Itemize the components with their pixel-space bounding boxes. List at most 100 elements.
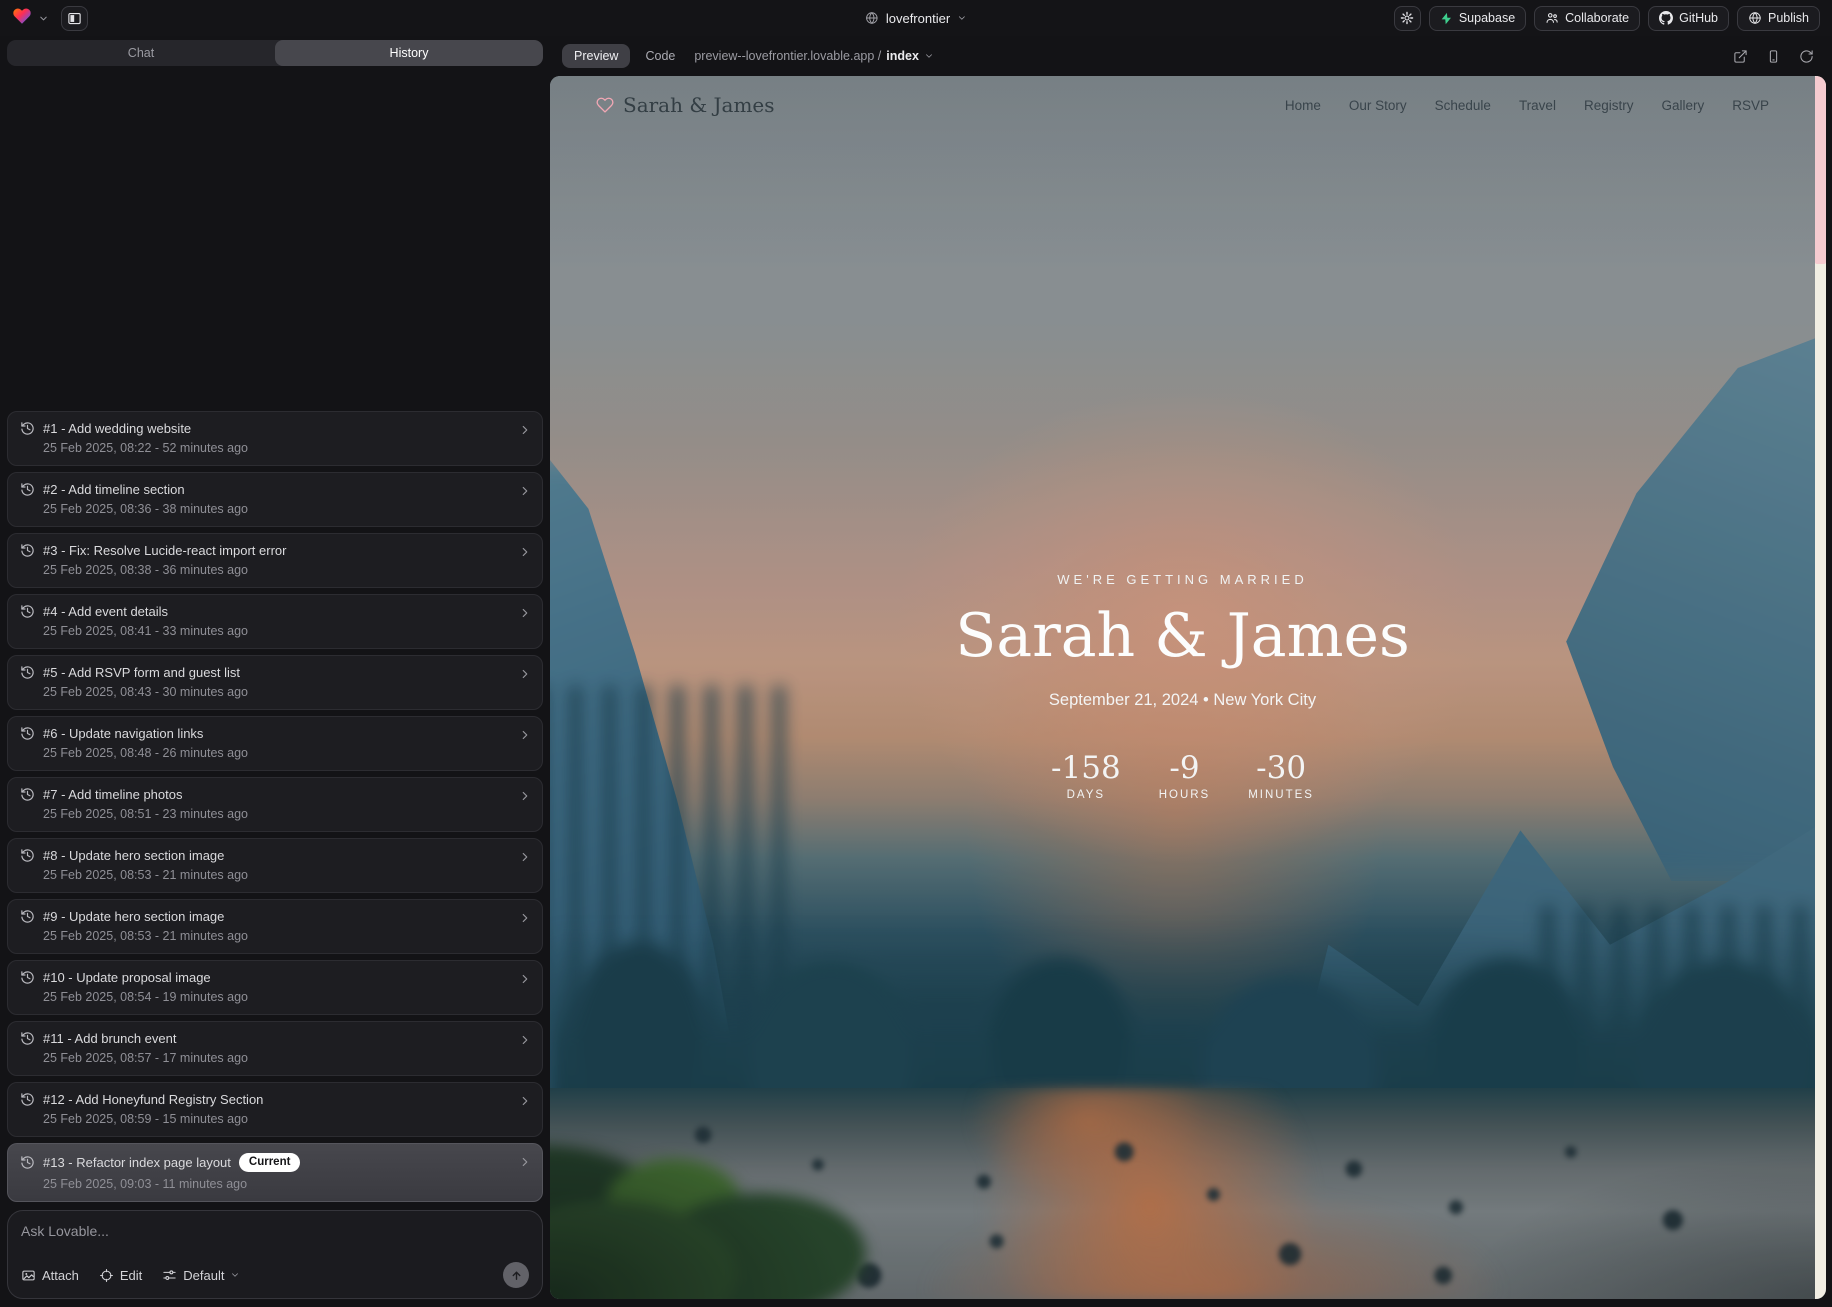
project-switcher[interactable]: lovefrontier: [865, 0, 967, 36]
history-item-title: #7 - Add timeline photos: [43, 787, 182, 802]
history-item-timestamp: 25 Feb 2025, 08:36 - 38 minutes ago: [43, 502, 530, 516]
settings-button[interactable]: [1394, 6, 1421, 31]
globe-icon: [865, 11, 879, 25]
refresh-icon[interactable]: [1799, 49, 1814, 64]
nav-rsvp[interactable]: RSVP: [1732, 98, 1769, 113]
mobile-view-icon[interactable]: [1766, 49, 1781, 64]
preview-url[interactable]: preview--lovefrontier.lovable.app / inde…: [694, 49, 934, 63]
preview-scrollbar-thumb[interactable]: [1815, 76, 1826, 264]
chevron-right-icon[interactable]: [518, 789, 532, 803]
history-item-title: #10 - Update proposal image: [43, 970, 211, 985]
tab-chat[interactable]: Chat: [7, 40, 275, 66]
history-icon: [20, 543, 35, 558]
tab-history[interactable]: History: [275, 40, 543, 66]
history-item-title: #13 - Refactor index page layout: [43, 1155, 231, 1170]
prompt-composer: Attach Edit Default: [7, 1210, 543, 1299]
history-item-timestamp: 25 Feb 2025, 08:22 - 52 minutes ago: [43, 441, 530, 455]
history-item-title: #9 - Update hero section image: [43, 909, 224, 924]
history-item-timestamp: 25 Feb 2025, 08:38 - 36 minutes ago: [43, 563, 530, 577]
chevron-right-icon[interactable]: [518, 850, 532, 864]
chevron-right-icon[interactable]: [518, 423, 532, 437]
chevron-right-icon[interactable]: [518, 606, 532, 620]
hero-title: Sarah & James: [550, 601, 1815, 671]
site-logo[interactable]: Sarah & James: [596, 93, 775, 117]
site-header: Sarah & James Home Our Story Schedule Tr…: [550, 76, 1815, 134]
history-item[interactable]: #9 - Update hero section image25 Feb 202…: [7, 899, 543, 954]
history-item-timestamp: 25 Feb 2025, 08:48 - 26 minutes ago: [43, 746, 530, 760]
top-bar: lovefrontier Supabase Collaborate GitHub…: [0, 0, 1832, 36]
edit-button[interactable]: Edit: [99, 1268, 142, 1283]
preview-frame: Sarah & James Home Our Story Schedule Tr…: [550, 76, 1826, 1299]
mode-selector[interactable]: Default: [162, 1268, 240, 1283]
history-item-title: #1 - Add wedding website: [43, 421, 191, 436]
chevron-right-icon[interactable]: [518, 972, 532, 986]
toggle-sidebar-button[interactable]: [61, 6, 88, 31]
nav-travel[interactable]: Travel: [1519, 98, 1556, 113]
supabase-button[interactable]: Supabase: [1429, 6, 1526, 31]
chevron-right-icon[interactable]: [518, 667, 532, 681]
history-item[interactable]: #11 - Add brunch event25 Feb 2025, 08:57…: [7, 1021, 543, 1076]
chevron-right-icon[interactable]: [518, 728, 532, 742]
nav-registry[interactable]: Registry: [1584, 98, 1634, 113]
history-icon: [20, 421, 35, 436]
supabase-bolt-icon: [1440, 12, 1453, 25]
chevron-right-icon[interactable]: [518, 911, 532, 925]
mode-chevron-down-icon: [230, 1270, 240, 1280]
history-item[interactable]: #4 - Add event details 25 Feb 2025, 08:41…: [7, 594, 543, 649]
lovable-logo-heart-icon[interactable]: [12, 6, 32, 31]
chat-history-tabs: Chat History: [7, 40, 543, 66]
history-item[interactable]: #10 - Update proposal image25 Feb 2025, …: [7, 960, 543, 1015]
history-item[interactable]: #5 - Add RSVP form and guest list25 Feb …: [7, 655, 543, 710]
project-chevron-down-icon: [957, 13, 967, 23]
chevron-right-icon[interactable]: [518, 1033, 532, 1047]
history-item[interactable]: #12 - Add Honeyfund Registry Section 25 F…: [7, 1082, 543, 1137]
prompt-input[interactable]: [21, 1223, 529, 1245]
chevron-right-icon[interactable]: [518, 1094, 532, 1108]
tab-preview[interactable]: Preview: [562, 44, 630, 68]
history-item[interactable]: #7 - Add timeline photos25 Feb 2025, 08:…: [7, 777, 543, 832]
history-item-title: #6 - Update navigation links: [43, 726, 203, 741]
logo-chevron-down-icon[interactable]: [38, 13, 49, 24]
github-button[interactable]: GitHub: [1648, 6, 1729, 31]
history-item-title: #5 - Add RSVP form and guest list: [43, 665, 240, 680]
chevron-right-icon[interactable]: [518, 545, 532, 559]
collaborate-button[interactable]: Collaborate: [1534, 6, 1640, 31]
users-icon: [1545, 11, 1559, 25]
history-item-title: #4 - Add event details: [43, 604, 168, 619]
history-item[interactable]: #1 - Add wedding website 25 Feb 2025, 08:…: [7, 411, 543, 466]
history-item[interactable]: #6 - Update navigation links 25 Feb 2025,…: [7, 716, 543, 771]
history-icon: [20, 604, 35, 619]
nav-schedule[interactable]: Schedule: [1435, 98, 1491, 113]
nav-gallery[interactable]: Gallery: [1661, 98, 1704, 113]
history-item-title: #8 - Update hero section image: [43, 848, 224, 863]
nav-our-story[interactable]: Our Story: [1349, 98, 1407, 113]
history-item-timestamp: 25 Feb 2025, 08:41 - 33 minutes ago: [43, 624, 530, 638]
publish-globe-icon: [1748, 11, 1762, 25]
history-item-title: #12 - Add Honeyfund Registry Section: [43, 1092, 263, 1107]
send-button[interactable]: [503, 1262, 529, 1288]
history-icon: [20, 909, 35, 924]
nav-home[interactable]: Home: [1285, 98, 1321, 113]
countdown-minutes: -30 MINUTES: [1248, 750, 1314, 801]
open-in-new-tab-icon[interactable]: [1733, 49, 1748, 64]
history-icon: [20, 1155, 35, 1170]
preview-scrollbar-track[interactable]: [1815, 76, 1826, 1299]
chevron-right-icon[interactable]: [518, 1155, 532, 1169]
sidebar: Chat History #1 - Add wedding website 25 …: [0, 36, 550, 1307]
tab-code[interactable]: Code: [645, 49, 675, 63]
site-nav: Home Our Story Schedule Travel Registry …: [1285, 98, 1769, 113]
history-item[interactable]: #2 - Add timeline section25 Feb 2025, 08…: [7, 472, 543, 527]
chevron-right-icon[interactable]: [518, 484, 532, 498]
history-item-timestamp: 25 Feb 2025, 09:03 - 11 minutes ago: [43, 1177, 530, 1191]
history-item[interactable]: #13 - Refactor index page layoutCurrent2…: [7, 1143, 543, 1202]
heart-icon: [596, 96, 614, 114]
publish-button[interactable]: Publish: [1737, 6, 1820, 31]
history-item[interactable]: #8 - Update hero section image25 Feb 202…: [7, 838, 543, 893]
history-item-timestamp: 25 Feb 2025, 08:59 - 15 minutes ago: [43, 1112, 530, 1126]
history-icon: [20, 787, 35, 802]
attach-button[interactable]: Attach: [21, 1268, 79, 1283]
history-icon: [20, 726, 35, 741]
history-icon: [20, 970, 35, 985]
history-item[interactable]: #3 - Fix: Resolve Lucide-react import er…: [7, 533, 543, 588]
preview-toolbar: Preview Code preview--lovefrontier.lovab…: [550, 36, 1832, 76]
